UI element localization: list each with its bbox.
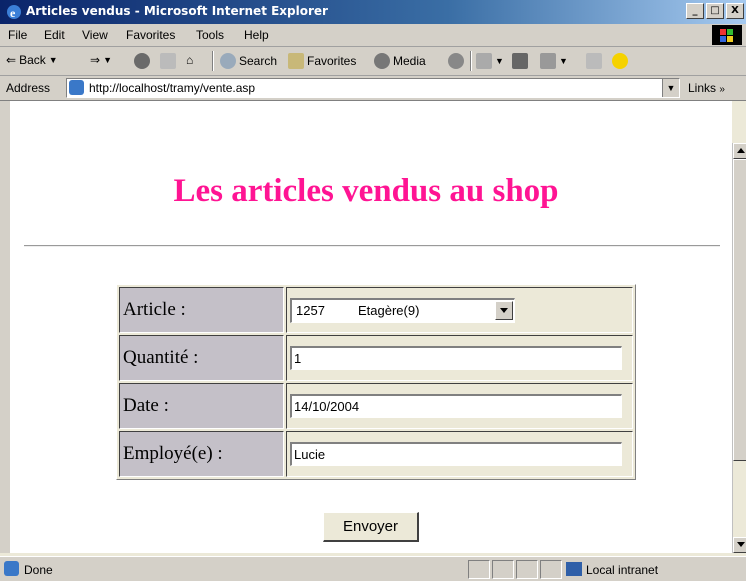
article-label: Article : — [119, 287, 284, 333]
edit-button[interactable]: ▼ — [540, 53, 568, 69]
date-label: Date : — [119, 383, 284, 429]
status-bar: Done Local intranet — [0, 556, 746, 581]
home-button[interactable]: ⌂ — [186, 53, 193, 67]
zone-label: Local intranet — [586, 563, 659, 577]
mail-icon — [476, 53, 492, 69]
close-button[interactable]: X — [726, 3, 744, 19]
chevron-down-icon: ▼ — [495, 56, 504, 66]
search-icon — [220, 53, 236, 69]
forward-button[interactable]: ⇒ ▼ — [90, 53, 112, 67]
horizontal-rule — [24, 245, 720, 247]
form-row-employe: Employé(e) : — [119, 431, 633, 477]
quantite-input[interactable] — [290, 346, 622, 370]
address-dropdown-button[interactable]: ▼ — [662, 79, 679, 97]
chevron-down-icon: ▼ — [48, 55, 58, 65]
title-bar: e Articles vendus - Microsoft Internet E… — [0, 0, 746, 24]
back-button[interactable]: ⇐ Back ▼ — [6, 53, 58, 67]
window-title: Articles vendus - Microsoft Internet Exp… — [26, 4, 328, 18]
article-code: 1257 — [296, 302, 325, 318]
history-button[interactable] — [448, 53, 464, 69]
address-label: Address — [6, 81, 51, 95]
back-arrow-icon: ⇐ — [6, 53, 17, 67]
favorites-button[interactable]: Favorites — [288, 53, 356, 69]
history-icon — [448, 53, 464, 69]
print-button[interactable] — [512, 53, 528, 69]
media-label: Media — [393, 54, 426, 68]
menu-file[interactable]: File — [8, 28, 27, 42]
windows-logo-icon — [712, 25, 742, 45]
links-button[interactable]: Links » — [688, 81, 725, 95]
media-button[interactable]: Media — [374, 53, 426, 69]
forward-arrow-icon: ⇒ — [90, 53, 101, 67]
status-text: Done — [24, 563, 53, 577]
edit-icon — [540, 53, 556, 69]
browser-window: e Articles vendus - Microsoft Internet E… — [0, 0, 746, 581]
home-icon: ⌂ — [186, 53, 194, 67]
svg-text:e: e — [10, 6, 16, 20]
maximize-button[interactable]: □ — [706, 3, 724, 19]
links-label: Links — [688, 81, 717, 95]
favorites-label: Favorites — [307, 54, 357, 68]
toolbar: ⇐ Back ▼ ⇒ ▼ ⌂ Search Favorites Media ▼ … — [0, 47, 746, 76]
ie-icon: e — [7, 5, 21, 20]
media-icon — [374, 53, 390, 69]
vertical-scrollbar[interactable] — [732, 143, 746, 553]
date-input[interactable] — [290, 394, 622, 418]
chevron-down-icon: ▼ — [559, 56, 568, 66]
menu-view[interactable]: View — [82, 28, 108, 42]
stop-icon — [134, 53, 150, 69]
page-icon — [69, 80, 84, 95]
menu-help[interactable]: Help — [244, 28, 269, 42]
quantite-label: Quantité : — [119, 335, 284, 381]
status-pane — [468, 560, 490, 579]
discuss-button[interactable] — [586, 53, 602, 69]
chevron-down-icon: ▼ — [103, 55, 112, 65]
smiley-icon — [612, 53, 628, 69]
quantite-cell — [286, 335, 633, 381]
back-label: Back — [19, 53, 46, 67]
status-pane — [516, 560, 538, 579]
employe-label: Employé(e) : — [119, 431, 284, 477]
article-name: Etagère(9) — [358, 302, 420, 318]
form-row-date: Date : — [119, 383, 633, 429]
intranet-icon — [566, 562, 582, 576]
menu-tools[interactable]: Tools — [196, 28, 224, 42]
page-heading: Les articles vendus au shop — [173, 173, 559, 209]
scroll-down-icon[interactable] — [733, 537, 746, 553]
employe-input[interactable] — [290, 442, 622, 466]
stop-button[interactable] — [134, 53, 150, 69]
discuss-icon — [586, 53, 602, 69]
menu-bar: File Edit View Favorites Tools Help — [0, 24, 746, 47]
mail-button[interactable]: ▼ — [476, 53, 504, 69]
minimize-button[interactable]: _ — [686, 3, 704, 19]
form-row-quantite: Quantité : — [119, 335, 633, 381]
window-controls: _ □ X — [686, 3, 744, 19]
status-pane — [492, 560, 514, 579]
form-row-article: Article : 1257 Etagère(9) — [119, 287, 633, 333]
status-pane — [540, 560, 562, 579]
printer-icon — [512, 53, 528, 69]
submit-button[interactable]: Envoyer — [323, 512, 419, 542]
article-select[interactable]: 1257 Etagère(9) — [290, 297, 515, 323]
refresh-button[interactable] — [160, 53, 176, 69]
address-bar: Address http://localhost/tramy/vente.asp… — [0, 76, 746, 101]
refresh-icon — [160, 53, 176, 69]
chevron-right-icon: » — [719, 84, 725, 95]
search-label: Search — [239, 54, 278, 68]
address-field[interactable]: http://localhost/tramy/vente.asp ▼ — [66, 78, 680, 98]
page-done-icon — [4, 561, 19, 576]
star-icon — [288, 53, 304, 69]
scroll-up-icon[interactable] — [733, 143, 746, 159]
scroll-thumb[interactable] — [733, 159, 746, 461]
employe-cell — [286, 431, 633, 477]
search-button[interactable]: Search — [220, 53, 277, 69]
menu-favorites[interactable]: Favorites — [126, 28, 175, 42]
address-url[interactable]: http://localhost/tramy/vente.asp — [89, 81, 255, 95]
article-cell: 1257 Etagère(9) — [286, 287, 633, 333]
dropdown-arrow-icon[interactable] — [495, 300, 513, 320]
sale-form-table: Article : 1257 Etagère(9) Quantité : Dat… — [116, 284, 636, 480]
date-cell — [286, 383, 633, 429]
menu-edit[interactable]: Edit — [44, 28, 65, 42]
messenger-button[interactable] — [612, 53, 628, 69]
